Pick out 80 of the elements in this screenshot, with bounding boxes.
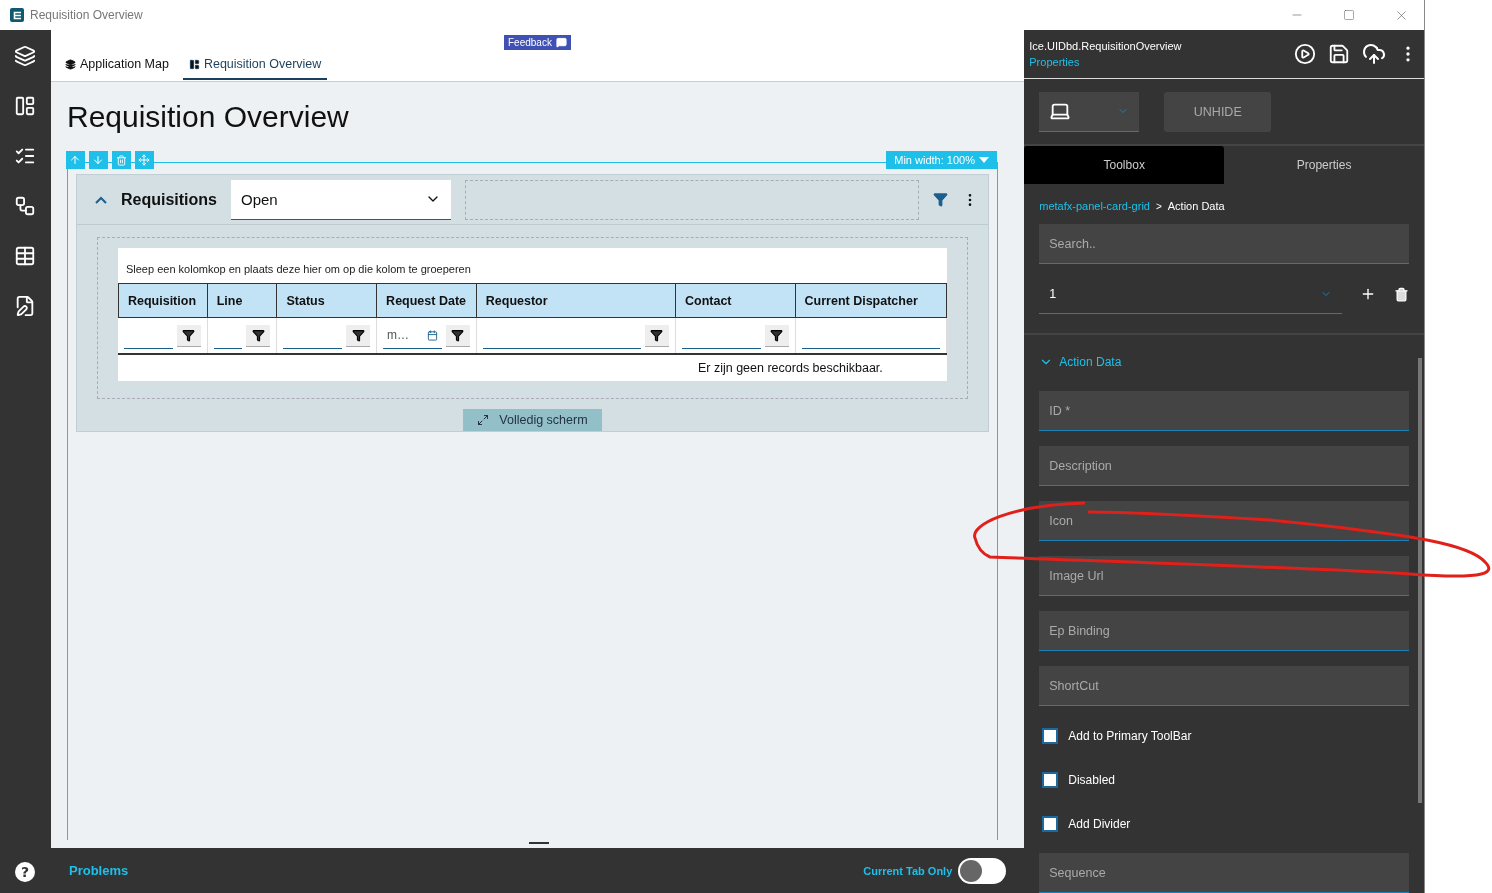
filter-button[interactable]: [346, 324, 371, 347]
column-header[interactable]: Request Date: [377, 283, 477, 318]
filter-button[interactable]: [246, 324, 271, 347]
layers-icon: [64, 58, 76, 70]
text-field[interactable]: Description: [1039, 446, 1410, 486]
panel-subtitle[interactable]: Properties: [1029, 56, 1182, 69]
checkbox[interactable]: [1042, 815, 1059, 832]
filter-button[interactable]: [445, 324, 470, 347]
text-field[interactable]: Sequence: [1039, 853, 1410, 893]
column-header[interactable]: Requisition: [117, 283, 208, 318]
index-select[interactable]: 1: [1039, 274, 1342, 314]
page-title: Requisition Overview: [66, 100, 350, 135]
text-field[interactable]: Ep Binding: [1039, 611, 1410, 651]
toggle-switch[interactable]: [958, 857, 1007, 884]
text-field[interactable]: ID *: [1039, 391, 1410, 431]
move-icon: [138, 154, 151, 166]
filter-button[interactable]: [644, 324, 669, 347]
filter-field[interactable]: m…: [383, 322, 442, 349]
section-header[interactable]: Action Data: [1039, 355, 1409, 369]
filter-icon: [770, 328, 783, 342]
expand-icon: [477, 414, 490, 426]
maximize-icon: [1343, 9, 1355, 21]
page-tab[interactable]: Application Map: [58, 52, 175, 80]
filter-icon: [182, 328, 196, 342]
filter-icon[interactable]: [932, 192, 948, 207]
collapse-button[interactable]: [94, 195, 107, 204]
breadcrumb-link[interactable]: metafx-panel-card-grid: [1039, 200, 1150, 212]
text-field[interactable]: ShortCut: [1039, 666, 1410, 706]
trash-icon: [115, 154, 127, 166]
filter-icon: [650, 328, 664, 342]
window-title: Requisition Overview: [30, 8, 144, 22]
checkbox[interactable]: [1042, 771, 1059, 788]
device-select[interactable]: [1039, 91, 1140, 132]
text-field[interactable]: Image Url: [1039, 556, 1410, 596]
app-logo-icon: [10, 8, 24, 22]
calendar-icon: [426, 329, 438, 341]
column-header[interactable]: Line: [207, 283, 278, 318]
feedback-button[interactable]: Feedback: [503, 35, 571, 50]
filter-button[interactable]: [764, 324, 789, 347]
fullscreen-button[interactable]: Volledig scherm: [463, 409, 602, 431]
panel-tab[interactable]: Properties: [1224, 146, 1424, 184]
filter-icon: [351, 328, 365, 342]
toggle-label: Current Tab Only: [863, 864, 953, 877]
save-icon[interactable]: [1328, 43, 1350, 66]
panel-tab[interactable]: Toolbox: [1024, 146, 1225, 184]
search-field[interactable]: Search..: [1039, 224, 1410, 264]
column-header[interactable]: Contact: [676, 283, 796, 318]
play-icon[interactable]: [1294, 43, 1316, 66]
page-tab[interactable]: Requisition Overview: [182, 52, 328, 80]
arrow-down-icon: [92, 154, 105, 166]
add-icon[interactable]: [1360, 286, 1376, 302]
filter-button[interactable]: [176, 324, 201, 347]
help-icon[interactable]: ?: [14, 861, 37, 883]
column-header[interactable]: Requestor: [476, 283, 676, 318]
breadcrumb-separator: >: [1155, 200, 1162, 212]
checkbox-label: Add to Primary ToolBar: [1068, 728, 1192, 743]
scrollbar[interactable]: [1418, 358, 1422, 803]
breadcrumb-current: Action Data: [1167, 200, 1225, 212]
checkbox-label: Disabled: [1068, 772, 1115, 787]
column-header[interactable]: Status: [277, 283, 378, 318]
checkbox[interactable]: [1042, 727, 1059, 744]
comment-icon: [555, 37, 567, 48]
status-select[interactable]: Open: [231, 179, 451, 220]
component-id: Ice.UIDbd.RequisitionOverview: [1029, 40, 1182, 53]
card-title: Requisitions: [120, 190, 217, 209]
checkbox-label: Add Divider: [1068, 816, 1131, 831]
chevron-up-icon: [94, 195, 107, 204]
delete-icon[interactable]: [1394, 286, 1409, 302]
arrow-up-icon: [69, 154, 82, 166]
layout-icon: [188, 58, 200, 70]
filter-icon: [451, 328, 465, 342]
empty-message: Er zijn geen records beschikbaar.: [696, 360, 884, 377]
caret-icon: [978, 157, 989, 163]
upload-icon[interactable]: [1362, 42, 1386, 67]
text-field[interactable]: Icon: [1039, 501, 1410, 541]
filter-icon: [251, 328, 265, 342]
group-hint: Sleep een kolomkop en plaats deze hier om op die kolom te groeperen: [124, 262, 472, 277]
column-header[interactable]: Current Dispatcher: [795, 283, 947, 318]
problems-tab[interactable]: Problems: [68, 863, 129, 878]
unhide-button[interactable]: UNHIDE: [1164, 91, 1272, 132]
